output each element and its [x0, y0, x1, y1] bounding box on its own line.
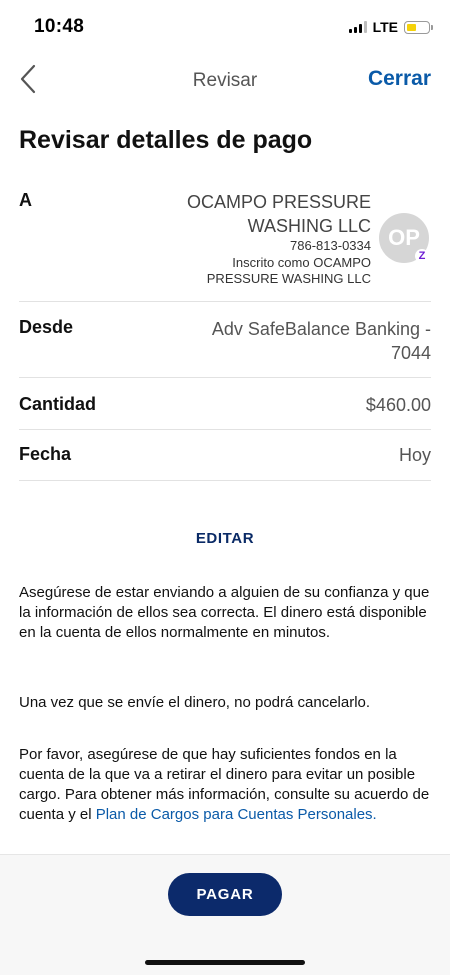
trust-disclaimer: Asegúrese de estar enviando a alguien de… — [19, 584, 430, 641]
amount-label: Cantidad — [19, 394, 97, 414]
cancel-disclaimer: Una vez que se envíe el dinero, no podrá… — [19, 694, 371, 711]
fee-schedule-link[interactable]: Plan de Cargos para Cuentas Personales. — [96, 806, 377, 823]
home-indicator — [145, 960, 305, 965]
network-type: LTE — [372, 19, 398, 35]
date-value: Hoy — [398, 445, 431, 465]
pay-button[interactable]: PAGAR — [168, 873, 282, 916]
avatar-initials: OP — [388, 225, 420, 250]
status-indicators: LTE — [348, 19, 433, 35]
signal-icon — [348, 21, 367, 33]
nav-bar: Revisar Cerrar — [0, 56, 450, 106]
divider — [19, 377, 431, 378]
battery-icon — [404, 20, 433, 34]
divider — [19, 301, 431, 302]
edit-button[interactable]: EDITAR — [0, 530, 450, 547]
page-title: Revisar detalles de pago — [19, 126, 313, 154]
funds-disclaimer: Por favor, asegúrese de que hay suficien… — [19, 745, 431, 825]
from-account: Adv SafeBalance Banking - 7044 — [211, 319, 431, 363]
date-label: Fecha — [19, 444, 72, 464]
payee-phone: 786-813-0334 — [290, 238, 371, 253]
close-button[interactable]: Cerrar — [368, 67, 431, 91]
from-label: Desde — [19, 317, 74, 337]
status-bar: 10:48 LTE — [0, 0, 450, 56]
payee-enrolled-name: Inscrito como OCAMPO PRESSURE WASHING LL… — [206, 255, 371, 286]
amount-value: $460.00 — [365, 395, 431, 415]
payee-name: OCAMPO PRESSURE WASHING LLC — [186, 192, 371, 236]
status-time: 10:48 — [34, 16, 85, 37]
divider — [19, 480, 431, 481]
payee-label: A — [19, 190, 32, 210]
divider — [19, 429, 431, 430]
zelle-badge-icon: Z — [415, 249, 429, 263]
